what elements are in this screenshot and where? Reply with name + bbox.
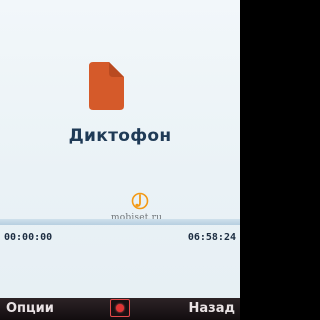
elapsed-time: 00:00:00 [4,232,53,243]
app-title: Диктофон [68,126,172,146]
watermark-logo-icon [131,192,149,210]
record-icon [116,304,124,312]
recording-progress-bar [0,219,240,225]
options-softkey[interactable]: Опции [6,301,54,316]
softkey-bar: Опции Назад [0,298,240,320]
back-softkey[interactable]: Назад [189,301,235,316]
voice-recorder-screen: Диктофон mobiset.ru 00:00:00 06:58:24 Оп… [0,0,240,320]
record-button[interactable] [110,299,130,317]
remaining-time: 06:58:24 [187,232,236,243]
voice-recorder-icon [89,62,124,110]
